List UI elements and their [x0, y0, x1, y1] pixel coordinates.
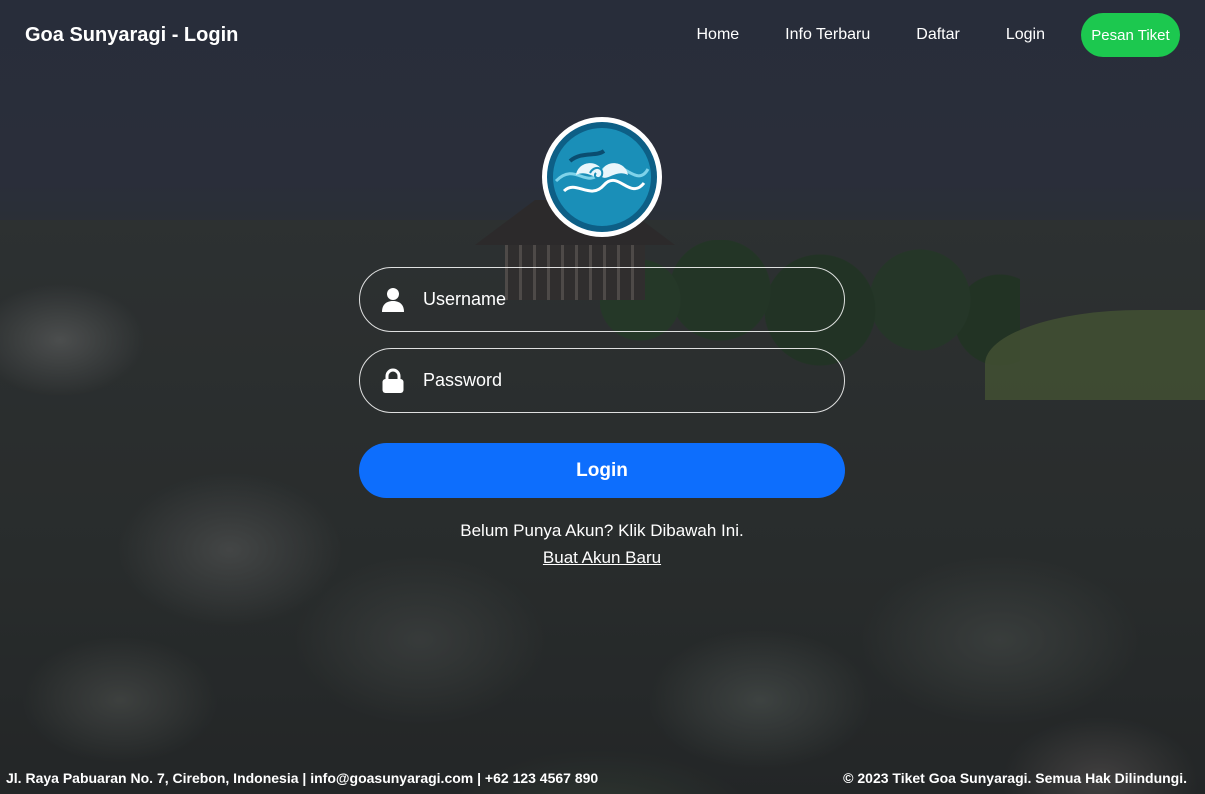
username-field[interactable] [359, 267, 845, 332]
footer-copyright: © 2023 Tiket Goa Sunyaragi. Semua Hak Di… [843, 770, 1187, 786]
username-input[interactable] [423, 289, 823, 310]
navbar: Goa Sunyaragi - Login Home Info Terbaru … [0, 0, 1205, 70]
password-input[interactable] [423, 370, 823, 391]
pesan-tiket-button[interactable]: Pesan Tiket [1081, 13, 1180, 57]
lock-icon [380, 368, 406, 394]
signup-hint: Belum Punya Akun? Klik Dibawah Ini. [460, 521, 744, 540]
user-icon [380, 287, 406, 313]
mega-mendung-logo-icon [542, 117, 662, 237]
footer: Jl. Raya Pabuaran No. 7, Cirebon, Indone… [0, 762, 1205, 794]
nav-links: Home Info Terbaru Daftar Login Pesan Tik… [673, 13, 1180, 57]
password-field[interactable] [359, 348, 845, 413]
brand-title[interactable]: Goa Sunyaragi - Login [25, 24, 238, 47]
footer-address: Jl. Raya Pabuaran No. 7, Cirebon, Indone… [6, 770, 599, 786]
nav-link-daftar[interactable]: Daftar [893, 26, 983, 44]
create-account-link[interactable]: Buat Akun Baru [543, 548, 661, 567]
nav-link-home[interactable]: Home [673, 26, 762, 44]
signup-link-container: Buat Akun Baru [359, 548, 845, 568]
login-button[interactable]: Login [359, 443, 845, 498]
nav-link-login[interactable]: Login [983, 26, 1068, 44]
nav-link-info-terbaru[interactable]: Info Terbaru [762, 26, 893, 44]
